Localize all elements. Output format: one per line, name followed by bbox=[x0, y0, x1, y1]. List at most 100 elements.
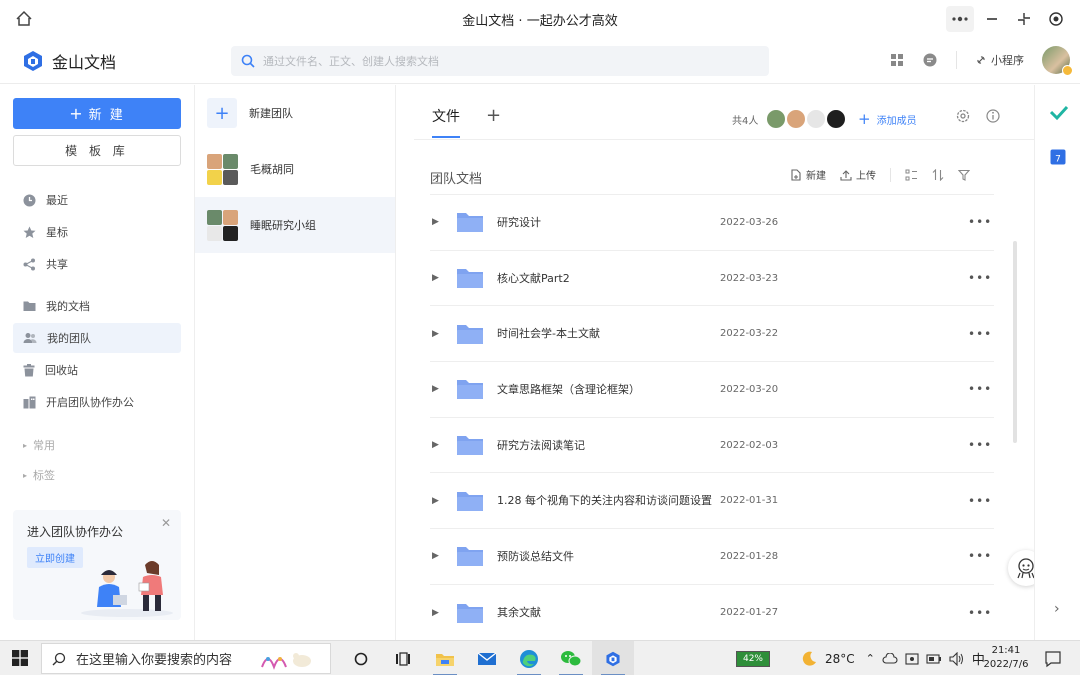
weather-moon-icon[interactable] bbox=[800, 650, 818, 668]
app-logo[interactable]: 金山文档 bbox=[22, 49, 116, 73]
clock-date: 2022/7/6 bbox=[983, 659, 1029, 670]
more-options-button[interactable]: ••• bbox=[968, 494, 992, 508]
file-date: 2022-03-22 bbox=[720, 328, 779, 340]
notification-icon[interactable] bbox=[1044, 650, 1062, 668]
sidebar-item-label: 开启团队协作办公 bbox=[46, 396, 134, 409]
info-icon[interactable] bbox=[986, 109, 1000, 123]
sidebar-item-starred[interactable]: 星标 bbox=[13, 217, 181, 247]
file-row[interactable]: ▶ 研究设计 2022-03-26 ••• bbox=[430, 195, 994, 251]
file-row[interactable]: ▶ 核心文献Part2 2022-03-23 ••• bbox=[430, 251, 994, 307]
team-office-promo: 进入团队协作办公 立即创建 ✕ bbox=[13, 510, 181, 620]
create-now-button[interactable]: 立即创建 bbox=[27, 547, 83, 568]
team-name: 睡眠研究小组 bbox=[250, 219, 316, 232]
minimize-icon[interactable] bbox=[978, 6, 1006, 32]
file-explorer-icon[interactable] bbox=[424, 641, 466, 675]
add-member-button[interactable]: + 添加成员 bbox=[858, 110, 917, 128]
kdocs-logo-icon bbox=[24, 51, 42, 71]
scrollbar[interactable] bbox=[1013, 241, 1017, 443]
filter-icon[interactable] bbox=[958, 169, 970, 181]
expand-caret-icon[interactable]: ▶ bbox=[432, 551, 446, 561]
expand-caret-icon[interactable]: ▶ bbox=[432, 273, 446, 283]
member-summary[interactable]: 共4人 bbox=[732, 109, 847, 129]
windows-start-icon[interactable] bbox=[12, 650, 28, 666]
security-icon[interactable] bbox=[905, 652, 919, 666]
kdocs-taskbar-icon[interactable] bbox=[592, 641, 634, 675]
battery-indicator[interactable]: 42% bbox=[736, 650, 770, 667]
more-options-button[interactable]: ••• bbox=[968, 327, 992, 341]
wechat-icon[interactable] bbox=[550, 641, 592, 675]
taskbar-search[interactable]: 在这里输入你要搜索的内容 bbox=[41, 643, 331, 674]
header-divider bbox=[956, 51, 957, 69]
user-avatar[interactable] bbox=[1042, 46, 1073, 76]
new-button[interactable]: + 新 建 bbox=[13, 98, 181, 129]
link-icon bbox=[977, 56, 985, 64]
file-date: 2022-01-28 bbox=[720, 550, 779, 562]
view-toggle-icon[interactable] bbox=[905, 169, 918, 181]
template-library-button[interactable]: 模 板 库 bbox=[13, 135, 181, 166]
mail-icon[interactable] bbox=[466, 641, 508, 675]
mini-program-button[interactable]: 小程序 bbox=[975, 52, 1024, 68]
more-icon[interactable] bbox=[946, 6, 974, 32]
sidebar-group-tags[interactable]: ▸ 标签 bbox=[13, 461, 181, 489]
calendar-icon[interactable]: 7 bbox=[1050, 148, 1066, 165]
sidebar-item-my-team[interactable]: 我的团队 bbox=[13, 323, 181, 353]
file-row[interactable]: ▶ 时间社会学-本土文献 2022-03-22 ••• bbox=[430, 306, 994, 363]
sidebar-item-recent[interactable]: 最近 bbox=[13, 185, 181, 215]
expand-caret-icon[interactable]: ▶ bbox=[432, 608, 446, 618]
expand-caret-icon[interactable]: ▶ bbox=[432, 496, 446, 506]
upload-button[interactable]: 上传 bbox=[840, 167, 876, 182]
add-tab-icon[interactable]: + bbox=[486, 105, 501, 126]
file-name: 其余文献 bbox=[497, 606, 541, 620]
system-clock[interactable]: 21:41 2022/7/6 bbox=[976, 644, 1036, 672]
edge-browser-icon[interactable] bbox=[508, 641, 550, 675]
file-row[interactable]: ▶ 1.28 每个视角下的关注内容和访谈问题设置 2022-01-31 ••• bbox=[430, 473, 994, 530]
sidebar-group-frequent[interactable]: ▸ 常用 bbox=[13, 431, 181, 459]
more-options-button[interactable]: ••• bbox=[968, 271, 992, 285]
chevron-right-icon[interactable]: › bbox=[1054, 601, 1060, 617]
new-team-item[interactable]: + 新建团队 bbox=[195, 85, 395, 141]
file-row[interactable]: ▶ 预防谈总结文件 2022-01-28 ••• bbox=[430, 529, 994, 585]
team-item-sleep-research[interactable]: 睡眠研究小组 bbox=[195, 197, 395, 253]
new-file-button[interactable]: 新建 bbox=[790, 167, 826, 182]
expand-caret-icon[interactable]: ▶ bbox=[432, 217, 446, 227]
windows-taskbar: 在这里输入你要搜索的内容 42% 28°C ⌃ 中 21:41 2022/7/6 bbox=[0, 640, 1080, 675]
close-icon[interactable]: ✕ bbox=[161, 516, 171, 530]
cortana-icon[interactable] bbox=[340, 641, 382, 675]
more-options-button[interactable]: ••• bbox=[968, 215, 992, 229]
task-view-icon[interactable] bbox=[382, 641, 424, 675]
more-options-button[interactable]: ••• bbox=[968, 549, 992, 563]
search-bar[interactable] bbox=[231, 46, 769, 76]
more-options-button[interactable]: ••• bbox=[968, 438, 992, 452]
settings-icon[interactable] bbox=[956, 109, 970, 123]
battery-icon[interactable] bbox=[926, 653, 942, 664]
sidebar-item-trash[interactable]: 回收站 bbox=[13, 355, 181, 385]
volume-icon[interactable] bbox=[949, 651, 965, 666]
more-options-button[interactable]: ••• bbox=[968, 606, 992, 620]
sidebar-item-team-office[interactable]: 开启团队协作办公 bbox=[13, 387, 181, 417]
file-row[interactable]: ▶ 其余文献 2022-01-27 ••• bbox=[430, 585, 994, 641]
window-controls bbox=[946, 6, 1070, 32]
message-icon[interactable] bbox=[922, 52, 938, 68]
more-options-button[interactable]: ••• bbox=[968, 382, 992, 396]
file-row[interactable]: ▶ 文章思路框架（含理论框架） 2022-03-20 ••• bbox=[430, 362, 994, 418]
restore-icon[interactable] bbox=[1010, 6, 1038, 32]
sidebar-item-my-docs[interactable]: 我的文档 bbox=[13, 291, 181, 321]
folder-icon bbox=[457, 380, 483, 400]
tab-files[interactable]: 文件 bbox=[432, 106, 460, 138]
sort-icon[interactable] bbox=[932, 168, 944, 181]
record-icon[interactable] bbox=[1042, 6, 1070, 32]
check-app-icon[interactable] bbox=[1050, 105, 1068, 121]
grid-icon[interactable] bbox=[890, 53, 904, 67]
search-input[interactable] bbox=[263, 54, 743, 68]
cloud-icon[interactable] bbox=[882, 652, 898, 665]
expand-caret-icon[interactable]: ▶ bbox=[432, 329, 446, 339]
team-item-maogai[interactable]: 毛概胡同 bbox=[195, 141, 395, 197]
title-bar: 金山文档 · 一起办公才高效 bbox=[0, 0, 1080, 38]
expand-caret-icon[interactable]: ▶ bbox=[432, 384, 446, 394]
expand-caret-icon[interactable]: ▶ bbox=[432, 440, 446, 450]
file-row[interactable]: ▶ 研究方法阅读笔记 2022-02-03 ••• bbox=[430, 418, 994, 474]
tray-expand-icon[interactable]: ⌃ bbox=[866, 652, 875, 665]
plus-icon: + bbox=[69, 104, 83, 123]
sidebar-item-shared[interactable]: 共享 bbox=[13, 249, 181, 279]
temperature[interactable]: 28°C bbox=[825, 652, 855, 666]
